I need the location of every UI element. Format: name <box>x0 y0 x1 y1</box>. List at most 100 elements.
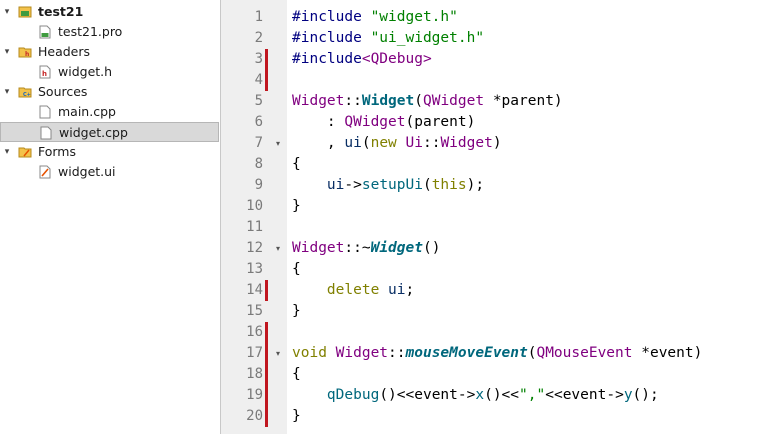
tree-item-widget-h[interactable]: h widget.h <box>0 62 219 82</box>
tree-item-headers[interactable]: ▾ h Headers <box>0 42 219 62</box>
code-token: Widget <box>370 240 423 256</box>
code-token: -> <box>606 387 624 403</box>
code-token: ()<< <box>379 387 415 403</box>
code-token: #include <box>292 51 362 67</box>
code-line[interactable]: { <box>292 154 301 175</box>
headers-folder-icon: h <box>18 45 32 59</box>
code-token: Widget <box>292 240 345 256</box>
code-line[interactable]: { <box>292 364 301 385</box>
code-token: #include <box>292 30 371 46</box>
code-token: (parent) <box>405 114 476 130</box>
svg-text:h: h <box>42 70 47 78</box>
expand-arrow-icon[interactable]: ▾ <box>2 142 12 162</box>
code-token: QWidget <box>344 114 406 130</box>
code-token: delete <box>326 282 389 298</box>
code-line[interactable]: qDebug()<<event->x()<<","<<event->y(); <box>292 385 659 406</box>
code-line[interactable]: void Widget::mouseMoveEvent(QMouseEvent … <box>292 343 702 364</box>
tree-item-label: test21 <box>38 4 84 19</box>
change-marker <box>265 364 268 385</box>
code-token: { <box>292 261 301 277</box>
sources-folder-icon: C+ <box>18 85 32 99</box>
tree-item-forms[interactable]: ▾ Forms <box>0 142 219 162</box>
code-token: event <box>414 387 458 403</box>
code-token: x <box>475 387 485 403</box>
change-marker <box>265 322 268 343</box>
code-line[interactable]: #include "widget.h" <box>292 7 458 28</box>
line-number: 11 <box>246 219 263 235</box>
code-line[interactable]: delete ui; <box>292 280 414 301</box>
line-number: 8 <box>254 156 263 172</box>
code-token: "ui_widget.h" <box>370 30 485 46</box>
code-token: this <box>431 177 467 193</box>
tree-item-label: widget.cpp <box>59 125 128 140</box>
code-token: :: <box>422 135 441 151</box>
tree-item-label: test21.pro <box>58 24 123 39</box>
code-token: , <box>292 135 345 151</box>
line-number: 18 <box>246 366 263 382</box>
tree-item-sources[interactable]: ▾ C+ Sources <box>0 82 219 102</box>
code-line[interactable]: , ui(new Ui::Widget) <box>292 133 502 154</box>
code-token: mouseMoveEvent <box>405 345 528 361</box>
code-token: ; <box>405 282 415 298</box>
tree-item-label: widget.ui <box>58 164 116 179</box>
project-icon <box>18 5 32 19</box>
expand-arrow-icon[interactable]: ▾ <box>2 42 12 62</box>
code-token: { <box>292 156 301 172</box>
code-token: } <box>292 303 301 319</box>
line-number: 12 <box>246 240 263 256</box>
tree-item-test21-pro[interactable]: test21.pro <box>0 22 219 42</box>
code-token: event <box>562 387 607 403</box>
line-number: 7 <box>254 135 263 151</box>
tree-item-main-cpp[interactable]: main.cpp <box>0 102 219 122</box>
code-token: Widget <box>335 345 389 361</box>
expand-arrow-icon[interactable]: ▾ <box>2 82 12 102</box>
code-token: void <box>292 345 336 361</box>
line-number: 15 <box>246 303 263 319</box>
change-marker <box>265 406 268 427</box>
code-token: -> <box>457 387 476 403</box>
change-marker <box>265 280 268 301</box>
code-line[interactable]: #include<QDebug> <box>292 49 432 70</box>
code-line[interactable]: Widget::Widget(QWidget *parent) <box>292 91 563 112</box>
code-token: ui <box>344 135 362 151</box>
tree-item-widget-ui[interactable]: widget.ui <box>0 162 219 182</box>
code-token: ui <box>388 282 406 298</box>
fold-arrow-icon[interactable]: ▾ <box>273 238 283 259</box>
code-token: #include <box>292 9 371 25</box>
fold-arrow-icon[interactable]: ▾ <box>273 343 283 364</box>
line-number: 1 <box>254 9 263 25</box>
code-token: "," <box>519 387 546 403</box>
code-token: <QDebug> <box>361 51 432 67</box>
line-number: 14 <box>246 282 263 298</box>
code-line[interactable]: Widget::~Widget() <box>292 238 440 259</box>
code-token: ( <box>414 93 423 109</box>
change-marker <box>265 385 268 406</box>
code-token: ) <box>492 135 502 151</box>
header-file-icon: h <box>38 65 52 79</box>
code-token: *parent) <box>484 93 563 109</box>
code-token: "widget.h" <box>370 9 458 25</box>
line-number: 3 <box>254 51 263 67</box>
code-token: y <box>623 387 633 403</box>
code-line[interactable]: : QWidget(parent) <box>292 112 475 133</box>
code-token: QWidget <box>422 93 485 109</box>
svg-text:h: h <box>25 51 29 58</box>
code-line[interactable]: } <box>292 406 301 427</box>
code-token: qDebug <box>326 387 380 403</box>
code-token: (); <box>632 387 659 403</box>
tree-item-label: Headers <box>38 44 91 59</box>
svg-text:C+: C+ <box>23 92 31 98</box>
project-tree-panel: ▾ test21 test21.pro ▾ h Headers h widget.h ▾ C+ So… <box>0 0 221 434</box>
code-token: new <box>370 135 406 151</box>
code-editor[interactable]: #include "widget.h" #include "ui_widget.h… <box>287 0 773 434</box>
tree-item-test21[interactable]: ▾ test21 <box>0 2 219 22</box>
expand-arrow-icon[interactable]: ▾ <box>2 2 12 22</box>
code-line[interactable]: } <box>292 196 301 217</box>
code-line[interactable]: ui->setupUi(this); <box>292 175 484 196</box>
tree-item-widget-cpp[interactable]: widget.cpp <box>0 122 219 142</box>
fold-arrow-icon[interactable]: ▾ <box>273 133 283 154</box>
code-line[interactable]: { <box>292 259 301 280</box>
code-line[interactable]: #include "ui_widget.h" <box>292 28 484 49</box>
code-line[interactable]: } <box>292 301 301 322</box>
